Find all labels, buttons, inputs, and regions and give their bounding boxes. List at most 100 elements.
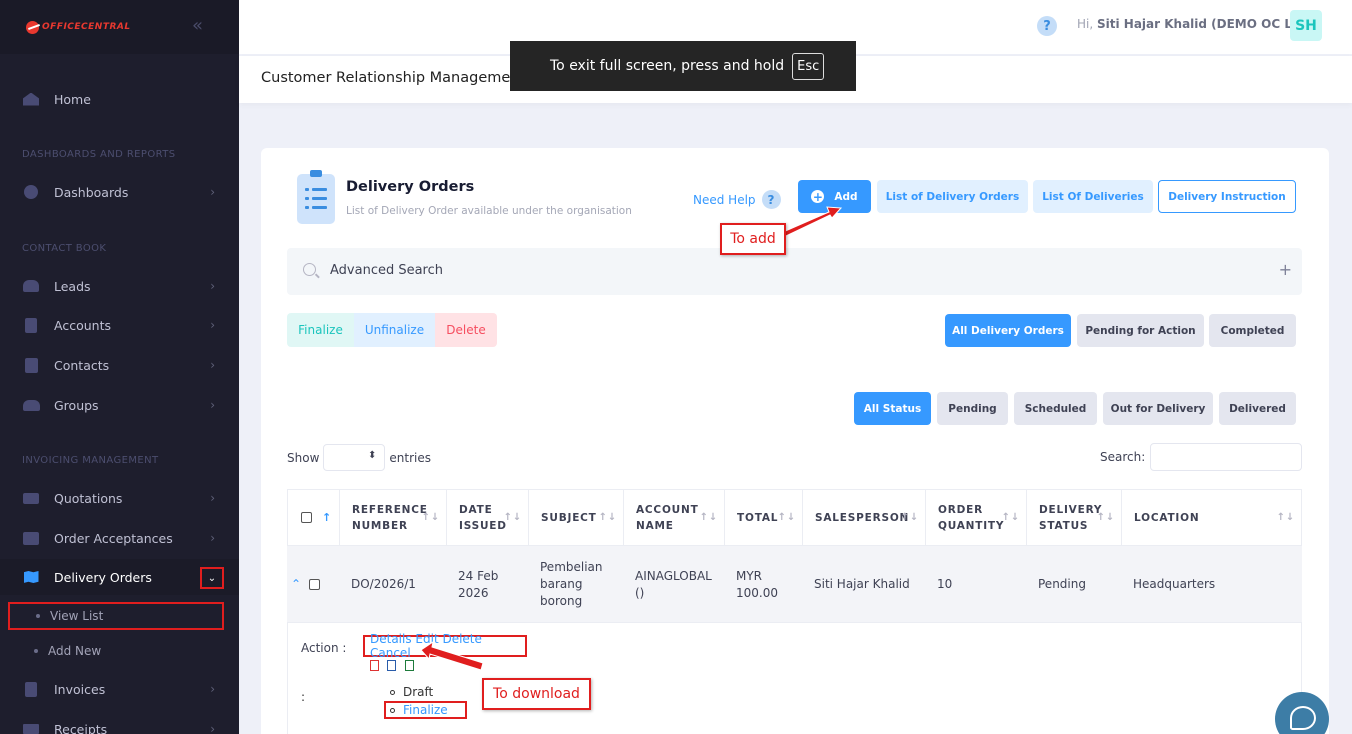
sort-icon: ↑↓ <box>777 512 796 523</box>
sidebar-subitem-label: View List <box>50 609 104 623</box>
cell-text: borong <box>540 594 583 608</box>
delete-button[interactable]: Delete <box>435 313 497 347</box>
header-text: ORDER <box>938 503 983 516</box>
pie-chart-icon <box>22 184 40 200</box>
chevron-up-icon[interactable]: ⌃ <box>291 576 301 593</box>
row-checkbox[interactable] <box>309 579 321 590</box>
sort-icon[interactable]: ↑ <box>322 510 332 526</box>
header-text: SUBJECT <box>541 511 597 524</box>
cell-account: AINAGLOBAL () <box>623 546 724 623</box>
avatar[interactable]: SH <box>1290 10 1322 41</box>
status-filter-scheduled[interactable]: Scheduled <box>1014 392 1097 425</box>
unfinalize-button[interactable]: Unfinalize <box>354 313 435 347</box>
annotation-arrow-download <box>420 640 484 671</box>
sort-icon: ↑↓ <box>699 512 718 523</box>
chevron-right-icon: › <box>210 358 215 372</box>
sidebar-item-order-acceptances[interactable]: Order Acceptances › <box>0 520 239 556</box>
sort-icon: ↑↓ <box>900 512 919 523</box>
col-account-name[interactable]: ACCOUNT NAME ↑↓ <box>624 490 725 545</box>
col-date-issued[interactable]: DATE ISSUED ↑↓ <box>447 490 529 545</box>
col-location[interactable]: LOCATION ↑↓ <box>1122 490 1301 545</box>
user-greeting[interactable]: Hi, Siti Hajar Khalid (DEMO OC LITE) <box>1077 17 1318 31</box>
col-reference-number[interactable]: REFERENCE NUMBER ↑↓ <box>340 490 447 545</box>
table-header-row: ↑ REFERENCE NUMBER ↑↓ DATE ISSUED ↑↓ SUBJE… <box>287 489 1302 546</box>
header-text: DATE <box>459 503 493 516</box>
chevron-right-icon: › <box>210 279 215 293</box>
sidebar-item-accounts[interactable]: Accounts › <box>0 307 239 343</box>
header-text: STATUS <box>1039 519 1089 532</box>
sidebar-item-home[interactable]: Home <box>0 81 239 117</box>
bullet-icon <box>36 614 40 618</box>
sidebar-item-leads[interactable]: Leads › <box>0 268 239 304</box>
cell-total: MYR 100.00 <box>724 546 802 623</box>
list-deliveries-button[interactable]: List Of Deliveries <box>1033 180 1153 213</box>
sidebar-item-label: Invoices <box>54 681 106 697</box>
filter-completed[interactable]: Completed <box>1209 314 1296 347</box>
status-filter-all[interactable]: All Status <box>854 392 931 425</box>
sidebar-item-receipts[interactable]: Receipts › <box>0 711 239 734</box>
col-subject[interactable]: SUBJECT ↑↓ <box>529 490 624 545</box>
expand-plus-icon[interactable]: + <box>1279 260 1292 279</box>
bullet-icon <box>34 649 38 653</box>
help-icon[interactable]: ? <box>1037 16 1057 36</box>
row-select-cell: ⌃ <box>287 546 339 623</box>
cell-text: AINAGLOBAL <box>635 568 712 583</box>
select-all-checkbox[interactable] <box>301 512 312 523</box>
logo-mark-icon <box>26 20 39 34</box>
sidebar-subitem-add-new[interactable]: Add New <box>8 637 224 665</box>
chevron-right-icon: › <box>210 722 215 734</box>
sidebar-item-label: Groups <box>54 397 99 413</box>
table-search-input[interactable] <box>1150 443 1302 471</box>
header-text: TOTAL <box>737 511 779 524</box>
chevron-down-icon[interactable]: ⌄ <box>200 567 224 589</box>
advanced-search-bar[interactable]: Advanced Search + <box>287 248 1302 295</box>
sort-icon: ↑↓ <box>1276 512 1295 523</box>
sort-icon: ↑↓ <box>598 512 617 523</box>
col-order-quantity[interactable]: ORDER QUANTITY ↑↓ <box>926 490 1027 545</box>
section-contact-book: CONTACT BOOK <box>22 243 107 254</box>
entries-select[interactable] <box>323 444 386 471</box>
delivery-instruction-button[interactable]: Delivery Instruction <box>1158 180 1296 213</box>
col-total[interactable]: TOTAL ↑↓ <box>725 490 803 545</box>
sort-icon: ↑↓ <box>1096 512 1115 523</box>
fullscreen-toast-text: To exit full screen, press and hold <box>550 58 785 74</box>
card-title: Delivery Orders <box>346 179 475 195</box>
home-icon <box>22 91 40 107</box>
status-filter-pending[interactable]: Pending <box>937 392 1008 425</box>
status-filter-delivered[interactable]: Delivered <box>1219 392 1296 425</box>
table-row[interactable]: ⌃ DO/2026/1 24 Feb 2026 Pembelian barang bo… <box>287 546 1302 623</box>
sidebar-item-contacts[interactable]: Contacts › <box>0 347 239 383</box>
chevron-right-icon: › <box>210 398 215 412</box>
sidebar-subitem-view-list[interactable]: View List <box>8 602 224 630</box>
map-icon <box>22 569 40 585</box>
sidebar-subitem-label: Add New <box>48 644 102 658</box>
status-colon: : <box>301 690 306 704</box>
word-download-icon[interactable] <box>387 660 396 671</box>
status-filter-out-for-delivery[interactable]: Out for Delivery <box>1103 392 1213 425</box>
cell-date: 24 Feb 2026 <box>446 546 528 623</box>
sort-icon: ↑↓ <box>421 512 440 523</box>
question-icon: ? <box>761 190 781 209</box>
sidebar-collapse-icon[interactable]: « <box>192 15 203 36</box>
col-delivery-status[interactable]: DELIVERY STATUS ↑↓ <box>1027 490 1122 545</box>
brand-logo[interactable]: OFFICECENTRAL <box>26 20 131 34</box>
filter-pending-for-action[interactable]: Pending for Action <box>1077 314 1204 347</box>
chevron-right-icon: › <box>210 682 215 696</box>
need-help-link[interactable]: Need Help ? <box>693 190 781 209</box>
pdf-download-icon[interactable] <box>370 660 379 671</box>
list-delivery-orders-button[interactable]: List of Delivery Orders <box>877 180 1028 213</box>
header-text: NUMBER <box>352 519 408 532</box>
sidebar-item-dashboards[interactable]: Dashboards › <box>0 174 239 210</box>
header-text: REFERENCE <box>352 503 428 516</box>
finalize-button[interactable]: Finalize <box>287 313 354 347</box>
sidebar-item-invoices[interactable]: Invoices › <box>0 671 239 707</box>
sidebar-item-groups[interactable]: Groups › <box>0 387 239 423</box>
col-salesperson[interactable]: SALESPERSON ↑↓ <box>803 490 926 545</box>
filter-all-delivery-orders[interactable]: All Delivery Orders <box>945 314 1071 347</box>
sidebar-item-quotations[interactable]: Quotations › <box>0 480 239 516</box>
chevron-right-icon: › <box>210 185 215 199</box>
clipboard-list-icon <box>297 170 335 224</box>
chevron-right-icon: › <box>210 318 215 332</box>
entries-label: entries <box>389 450 431 465</box>
chevron-right-icon: › <box>210 491 215 505</box>
